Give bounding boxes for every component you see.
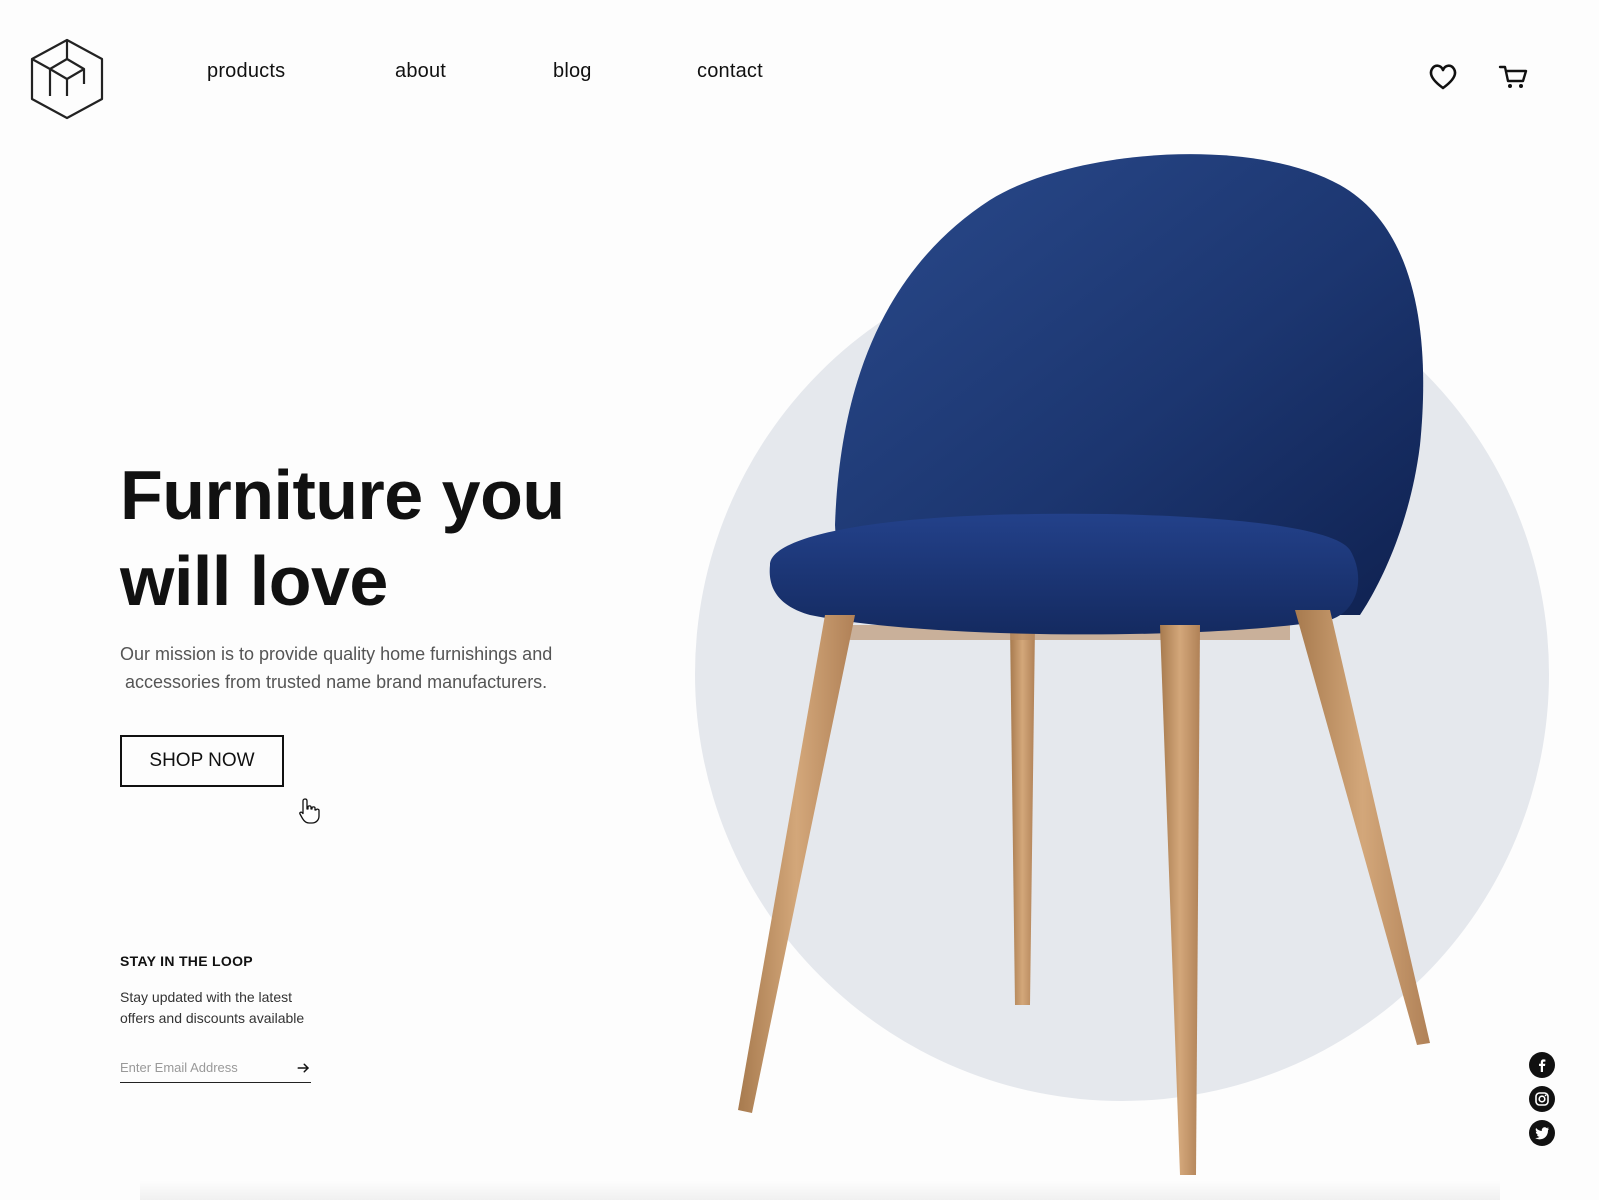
facebook-icon[interactable] — [1529, 1052, 1555, 1078]
hero-headline-line2: will love — [120, 542, 388, 620]
heart-icon[interactable] — [1426, 60, 1460, 94]
hero-mission-text: Our mission is to provide quality home f… — [120, 640, 600, 696]
nav-item-blog[interactable]: blog — [553, 60, 592, 83]
instagram-icon[interactable] — [1529, 1086, 1555, 1112]
twitter-icon[interactable] — [1529, 1120, 1555, 1146]
newsletter-desc-line1: Stay updated with the latest — [120, 989, 292, 1005]
landing-page: products about blog contact Furniture yo… — [0, 0, 1599, 1200]
hero-chair-image — [738, 154, 1430, 1175]
mission-line1: Our mission is to provide quality home f… — [120, 644, 553, 664]
nav-item-about[interactable]: about — [395, 60, 446, 83]
newsletter-desc-line2: offers and discounts available — [120, 1010, 305, 1026]
newsletter-form — [120, 1053, 311, 1083]
nav-item-contact[interactable]: contact — [697, 60, 763, 83]
newsletter-title: STAY IN THE LOOP — [120, 953, 253, 969]
hero-headline: Furniture you will love — [120, 452, 640, 624]
hero-headline-line1: Furniture you — [120, 456, 565, 534]
arrow-right-icon[interactable] — [296, 1058, 311, 1078]
nav-item-products[interactable]: products — [207, 60, 285, 83]
mission-line2: accessories from trusted name brand manu… — [120, 672, 548, 692]
cart-icon[interactable] — [1497, 60, 1531, 94]
newsletter-description: Stay updated with the latest offers and … — [120, 987, 330, 1029]
shop-now-button[interactable]: SHOP NOW — [120, 735, 284, 787]
pointer-cursor-icon — [299, 798, 320, 824]
bottom-edge-shadow — [140, 1180, 1500, 1200]
email-input[interactable] — [120, 1060, 296, 1075]
logo-icon[interactable] — [28, 36, 106, 122]
